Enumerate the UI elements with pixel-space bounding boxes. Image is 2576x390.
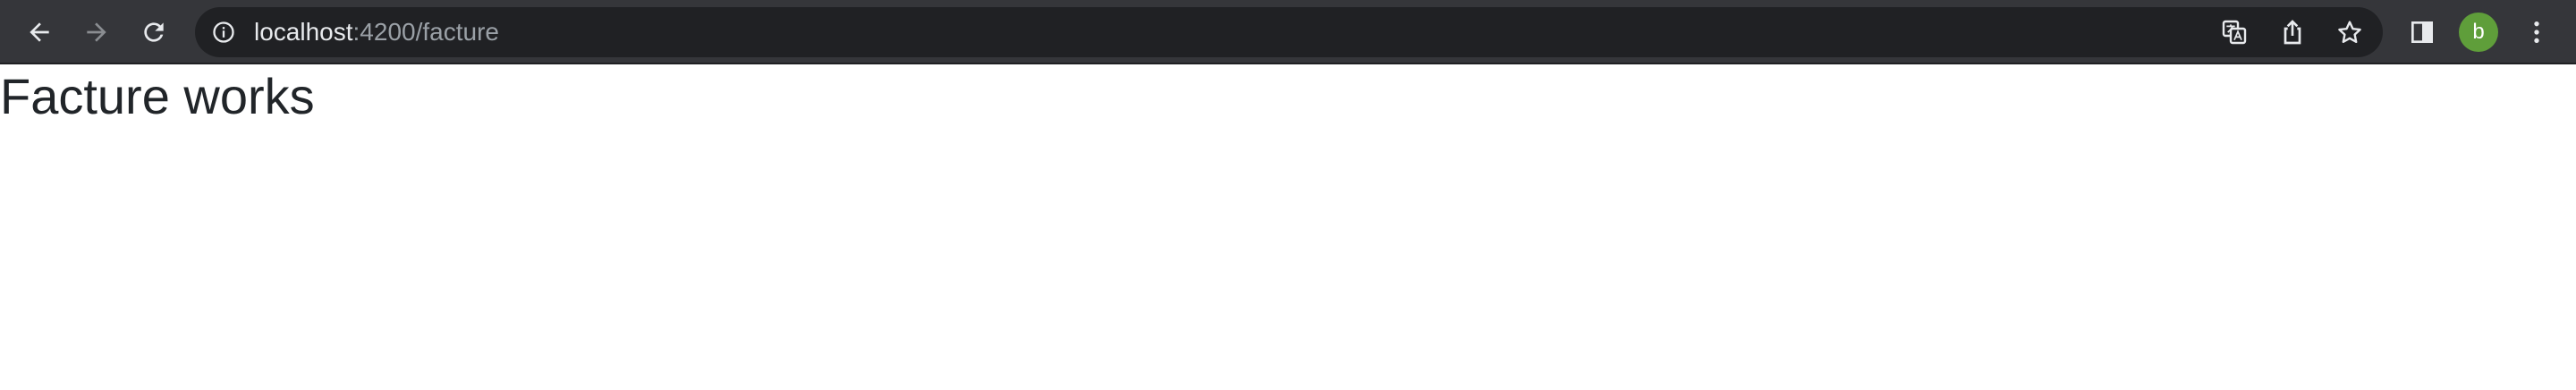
translate-button[interactable] bbox=[2216, 14, 2252, 50]
reload-icon bbox=[144, 22, 164, 42]
browser-toolbar: localhost:4200/facture b bbox=[0, 0, 2576, 64]
bookmark-star-icon bbox=[2338, 21, 2361, 43]
site-info-button[interactable] bbox=[209, 18, 238, 47]
share-button[interactable] bbox=[2275, 14, 2310, 50]
side-panel-button[interactable] bbox=[2401, 11, 2444, 54]
side-panel-icon bbox=[2411, 21, 2433, 43]
url-host: localhost bbox=[254, 18, 353, 46]
url-text[interactable]: localhost:4200/facture bbox=[254, 7, 499, 57]
page-heading: Facture works bbox=[0, 68, 315, 124]
reload-button[interactable] bbox=[132, 11, 175, 54]
forward-icon bbox=[87, 22, 106, 42]
address-bar[interactable]: localhost:4200/facture bbox=[195, 7, 2383, 57]
bookmark-button[interactable] bbox=[2332, 14, 2368, 50]
site-info-icon bbox=[213, 21, 234, 43]
url-path: :4200/facture bbox=[352, 18, 499, 46]
browser-menu-button[interactable] bbox=[2515, 11, 2558, 54]
share-icon bbox=[2284, 20, 2301, 45]
forward-button[interactable] bbox=[75, 11, 118, 54]
translate-icon bbox=[2222, 20, 2247, 45]
back-button[interactable] bbox=[18, 11, 61, 54]
back-icon bbox=[30, 22, 49, 42]
menu-icon bbox=[2534, 21, 2539, 43]
profile-avatar[interactable]: b bbox=[2459, 13, 2498, 52]
